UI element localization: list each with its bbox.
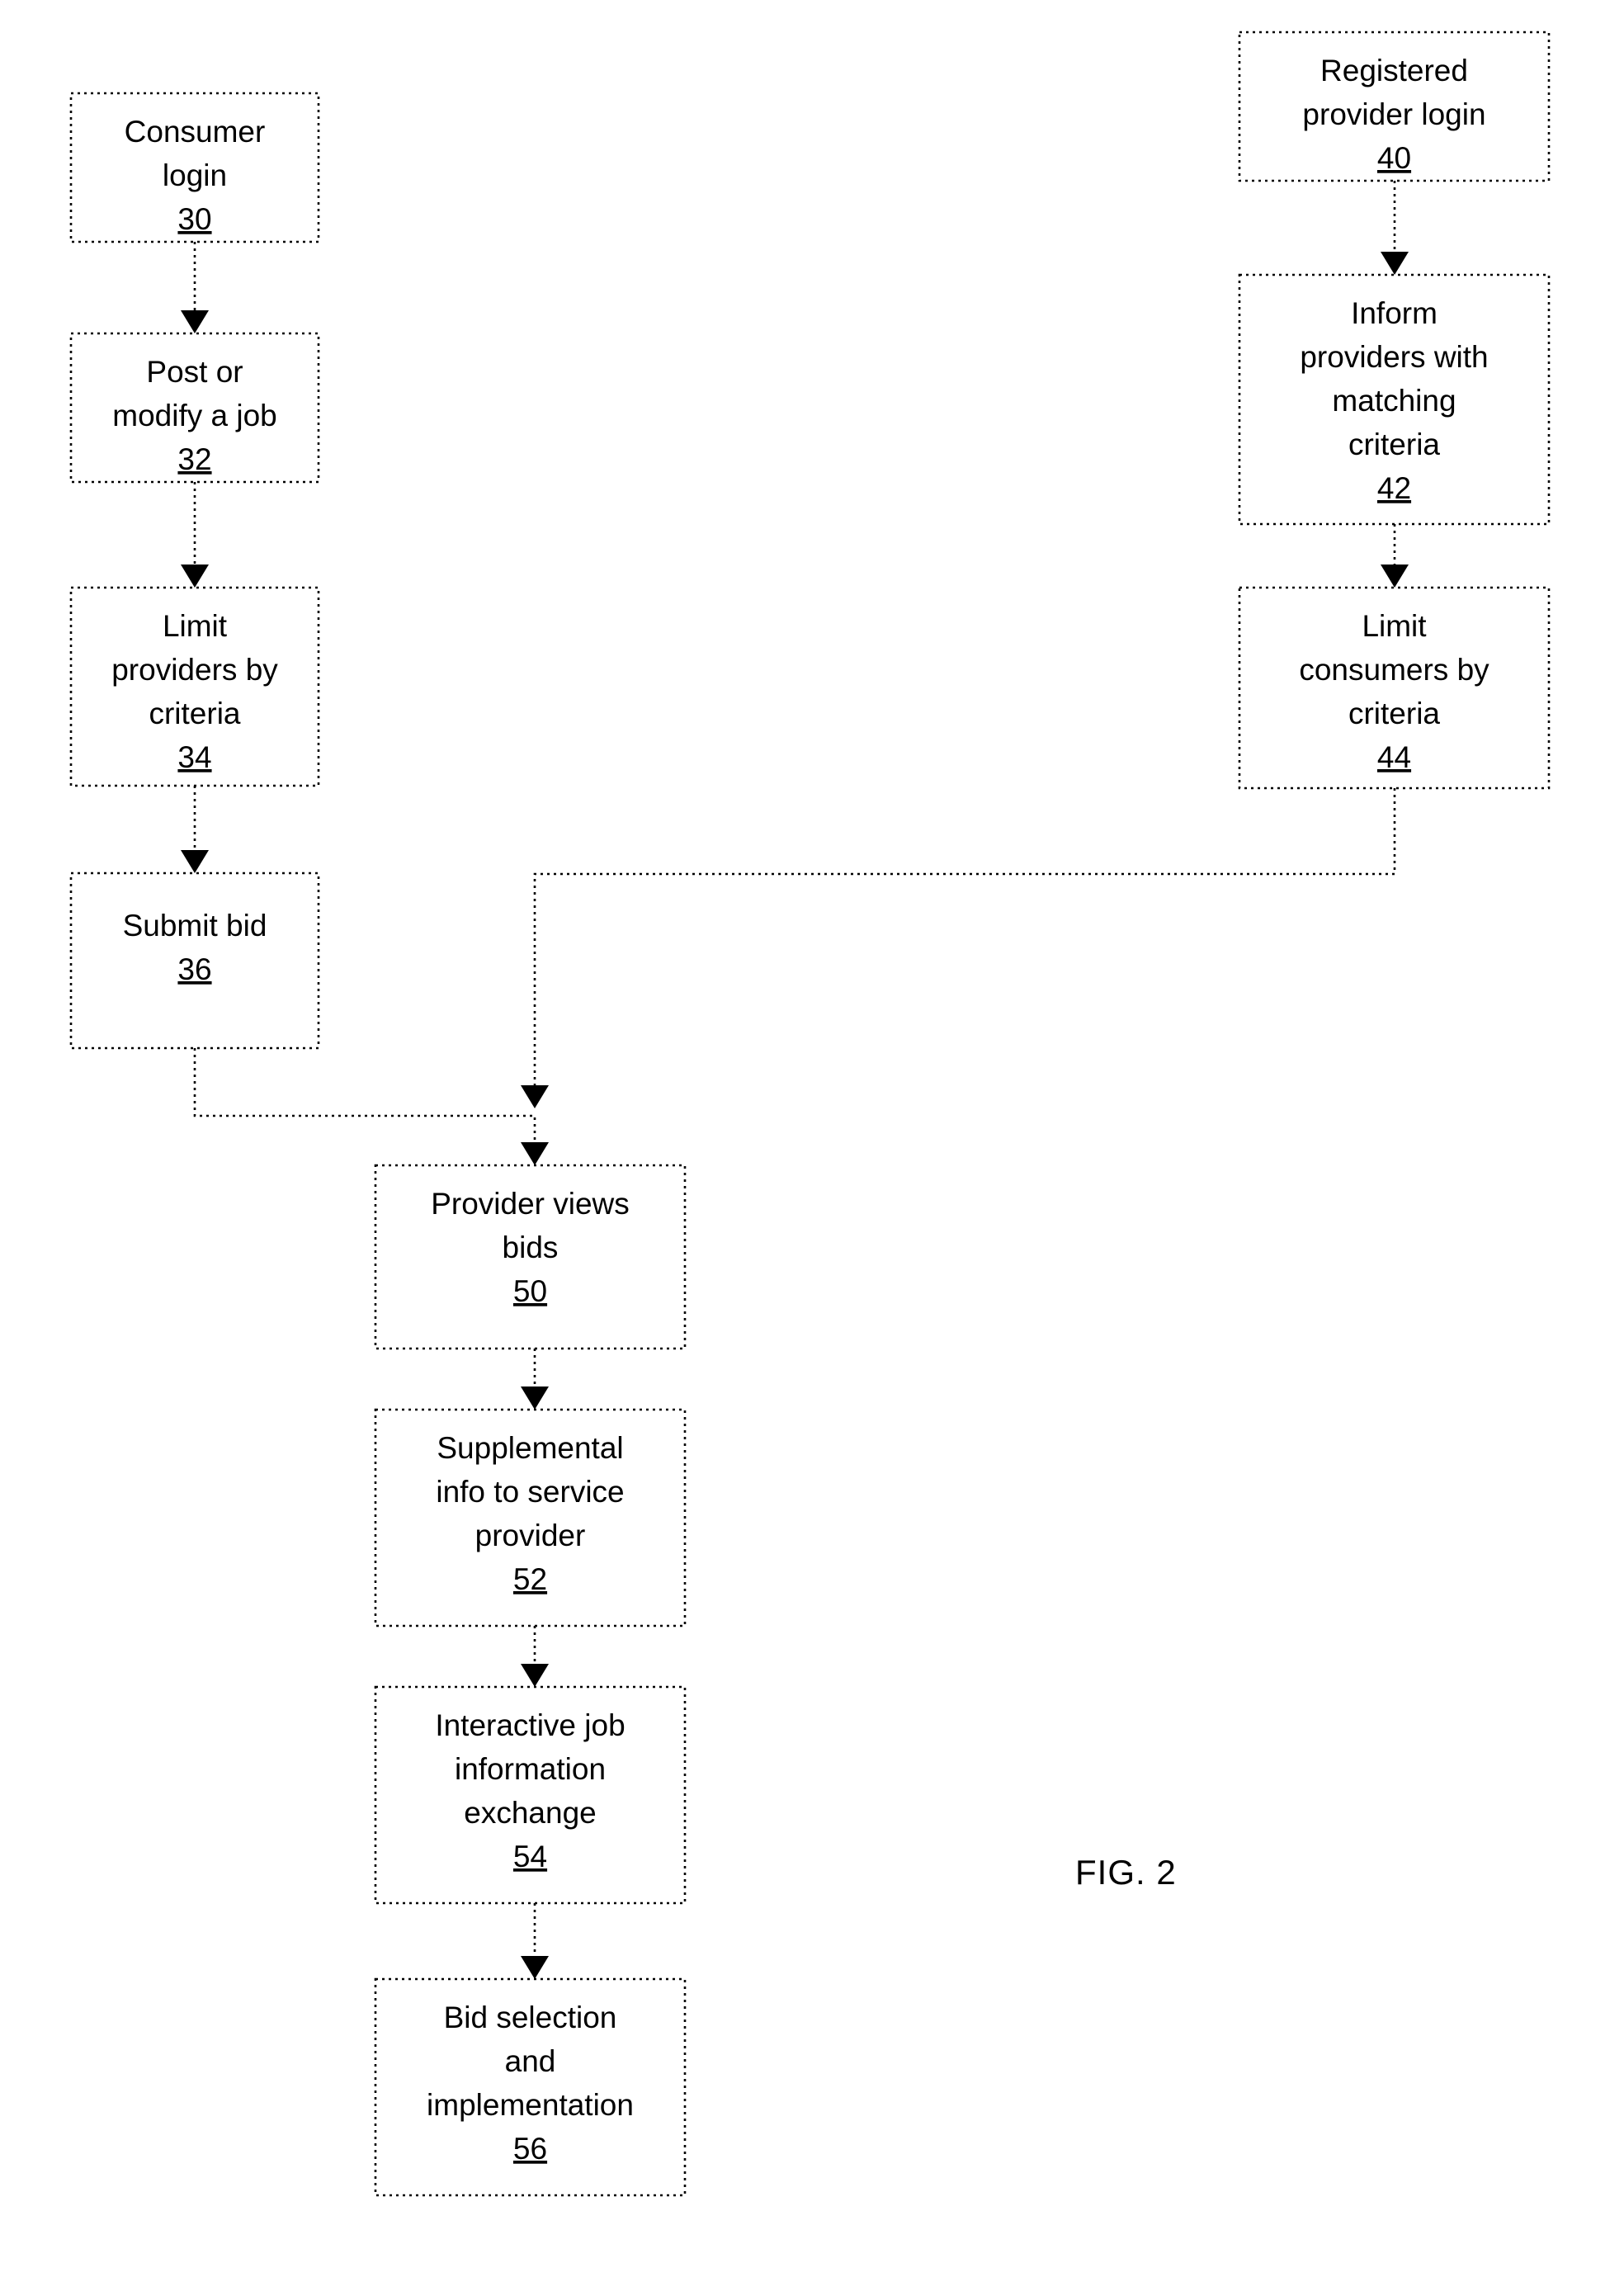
flow-node-provider-views-bids: Provider views bids 50 bbox=[374, 1164, 687, 1350]
node-text-line: modify a job bbox=[112, 399, 277, 432]
node-text-line: Submit bid bbox=[123, 909, 267, 942]
flow-connector-supplemental-info-to-service-provider-to-interactive-job-information-exchange bbox=[521, 1626, 549, 1687]
flow-connector-limit-providers-by-criteria-to-submit-bid bbox=[181, 786, 209, 873]
node-text-line: criteria bbox=[149, 697, 240, 730]
node-reference-number: 44 bbox=[1377, 740, 1411, 774]
arrowhead-icon bbox=[1381, 252, 1409, 275]
node-text-line: login bbox=[163, 158, 227, 192]
figure-label: FIG. 2 bbox=[1075, 1853, 1177, 1892]
flow-node-limit-providers-by-criteria: Limit providers by criteria 34 bbox=[69, 586, 320, 787]
arrowhead-icon bbox=[521, 1956, 549, 1979]
arrowhead-icon bbox=[181, 310, 209, 333]
flow-connector-inform-providers-with-matching-criteria-to-limit-consumers-by-criteria bbox=[1381, 524, 1409, 588]
node-text-line: exchange bbox=[464, 1796, 596, 1830]
flow-connector-limit-consumers-by-criteria-to-provider-views-bids bbox=[521, 788, 1396, 1108]
node-text-line: bids bbox=[503, 1231, 559, 1264]
node-reference-number: 30 bbox=[177, 202, 211, 236]
node-text-line: Inform bbox=[1351, 296, 1438, 330]
arrowhead-icon bbox=[521, 1387, 549, 1410]
node-reference-number: 36 bbox=[177, 952, 211, 986]
node-text-line: provider login bbox=[1302, 97, 1485, 131]
node-text-line: info to service bbox=[436, 1475, 624, 1509]
flow-connector-interactive-job-information-exchange-to-bid-selection-and-implementation bbox=[521, 1903, 549, 1979]
node-text-line: criteria bbox=[1348, 428, 1440, 461]
node-text-line: Limit bbox=[163, 609, 228, 643]
flow-node-consumer-login: Consumer login 30 bbox=[69, 92, 320, 243]
node-text-line: and bbox=[505, 2044, 556, 2078]
flow-node-registered-provider-login: Registered provider login 40 bbox=[1238, 31, 1551, 182]
flow-node-limit-consumers-by-criteria: Limit consumers by criteria 44 bbox=[1238, 586, 1551, 790]
flow-connector-registered-provider-login-to-inform-providers-with-matching-criteria bbox=[1381, 181, 1409, 275]
flow-node-bid-selection-and-implementation: Bid selection and implementation 56 bbox=[374, 1977, 687, 2197]
flow-node-post-or-modify-a-job: Post or modify a job 32 bbox=[69, 332, 320, 484]
arrowhead-icon bbox=[521, 1664, 549, 1687]
node-text-line: consumers by bbox=[1299, 653, 1489, 687]
node-reference-number: 52 bbox=[513, 1562, 547, 1596]
node-text-line: implementation bbox=[427, 2088, 634, 2122]
flow-connector-submit-bid-to-provider-views-bids bbox=[193, 1048, 549, 1165]
arrowhead-icon bbox=[521, 1085, 549, 1108]
node-text-line: information bbox=[455, 1752, 606, 1786]
connector-layer bbox=[181, 181, 1409, 1979]
node-text-line: Interactive job bbox=[435, 1708, 625, 1742]
node-text-line: providers with bbox=[1300, 340, 1488, 374]
flowchart-figure: Consumer login 30 Post or modify a job 32 Limi… bbox=[69, 31, 1551, 2197]
flow-connector-consumer-login-to-post-or-modify-a-job bbox=[181, 242, 209, 333]
node-reference-number: 34 bbox=[177, 740, 211, 774]
node-reference-number: 40 bbox=[1377, 141, 1411, 175]
node-reference-number: 56 bbox=[513, 2132, 547, 2166]
arrowhead-icon bbox=[181, 565, 209, 588]
node-reference-number: 32 bbox=[177, 442, 211, 476]
node-reference-number: 50 bbox=[513, 1274, 547, 1308]
node-text-line: Limit bbox=[1362, 609, 1427, 643]
node-text-line: provider bbox=[475, 1519, 586, 1552]
node-text-line: Bid selection bbox=[444, 2001, 617, 2034]
flow-connector-provider-views-bids-to-supplemental-info-to-service-provider bbox=[521, 1349, 549, 1410]
node-text-line: providers by bbox=[111, 653, 278, 687]
arrowhead-icon bbox=[521, 1142, 549, 1165]
node-text-line: Post or bbox=[146, 355, 243, 389]
node-text-line: Consumer bbox=[125, 115, 266, 149]
flow-node-submit-bid: Submit bid 36 bbox=[69, 872, 320, 1050]
node-text-line: criteria bbox=[1348, 697, 1440, 730]
connector-line bbox=[533, 788, 1396, 1089]
node-text-line: matching bbox=[1332, 384, 1456, 418]
node-layer: Consumer login 30 Post or modify a job 32 Limi… bbox=[69, 31, 1551, 2197]
arrowhead-icon bbox=[1381, 565, 1409, 588]
node-text-line: Registered bbox=[1320, 54, 1468, 87]
connector-line bbox=[193, 1048, 536, 1146]
flow-node-inform-providers-with-matching-criteria: Inform providers with matching criteria 42 bbox=[1238, 273, 1551, 526]
node-text-line: Supplemental bbox=[437, 1431, 623, 1465]
node-reference-number: 42 bbox=[1377, 471, 1411, 505]
node-text-line: Provider views bbox=[431, 1187, 630, 1221]
flow-node-interactive-job-information-exchange: Interactive job information exchange 54 bbox=[374, 1685, 687, 1905]
node-reference-number: 54 bbox=[513, 1840, 547, 1873]
arrowhead-icon bbox=[181, 850, 209, 873]
flow-connector-post-or-modify-a-job-to-limit-providers-by-criteria bbox=[181, 482, 209, 588]
flow-node-supplemental-info-to-service-provider: Supplemental info to service provider 52 bbox=[374, 1408, 687, 1627]
